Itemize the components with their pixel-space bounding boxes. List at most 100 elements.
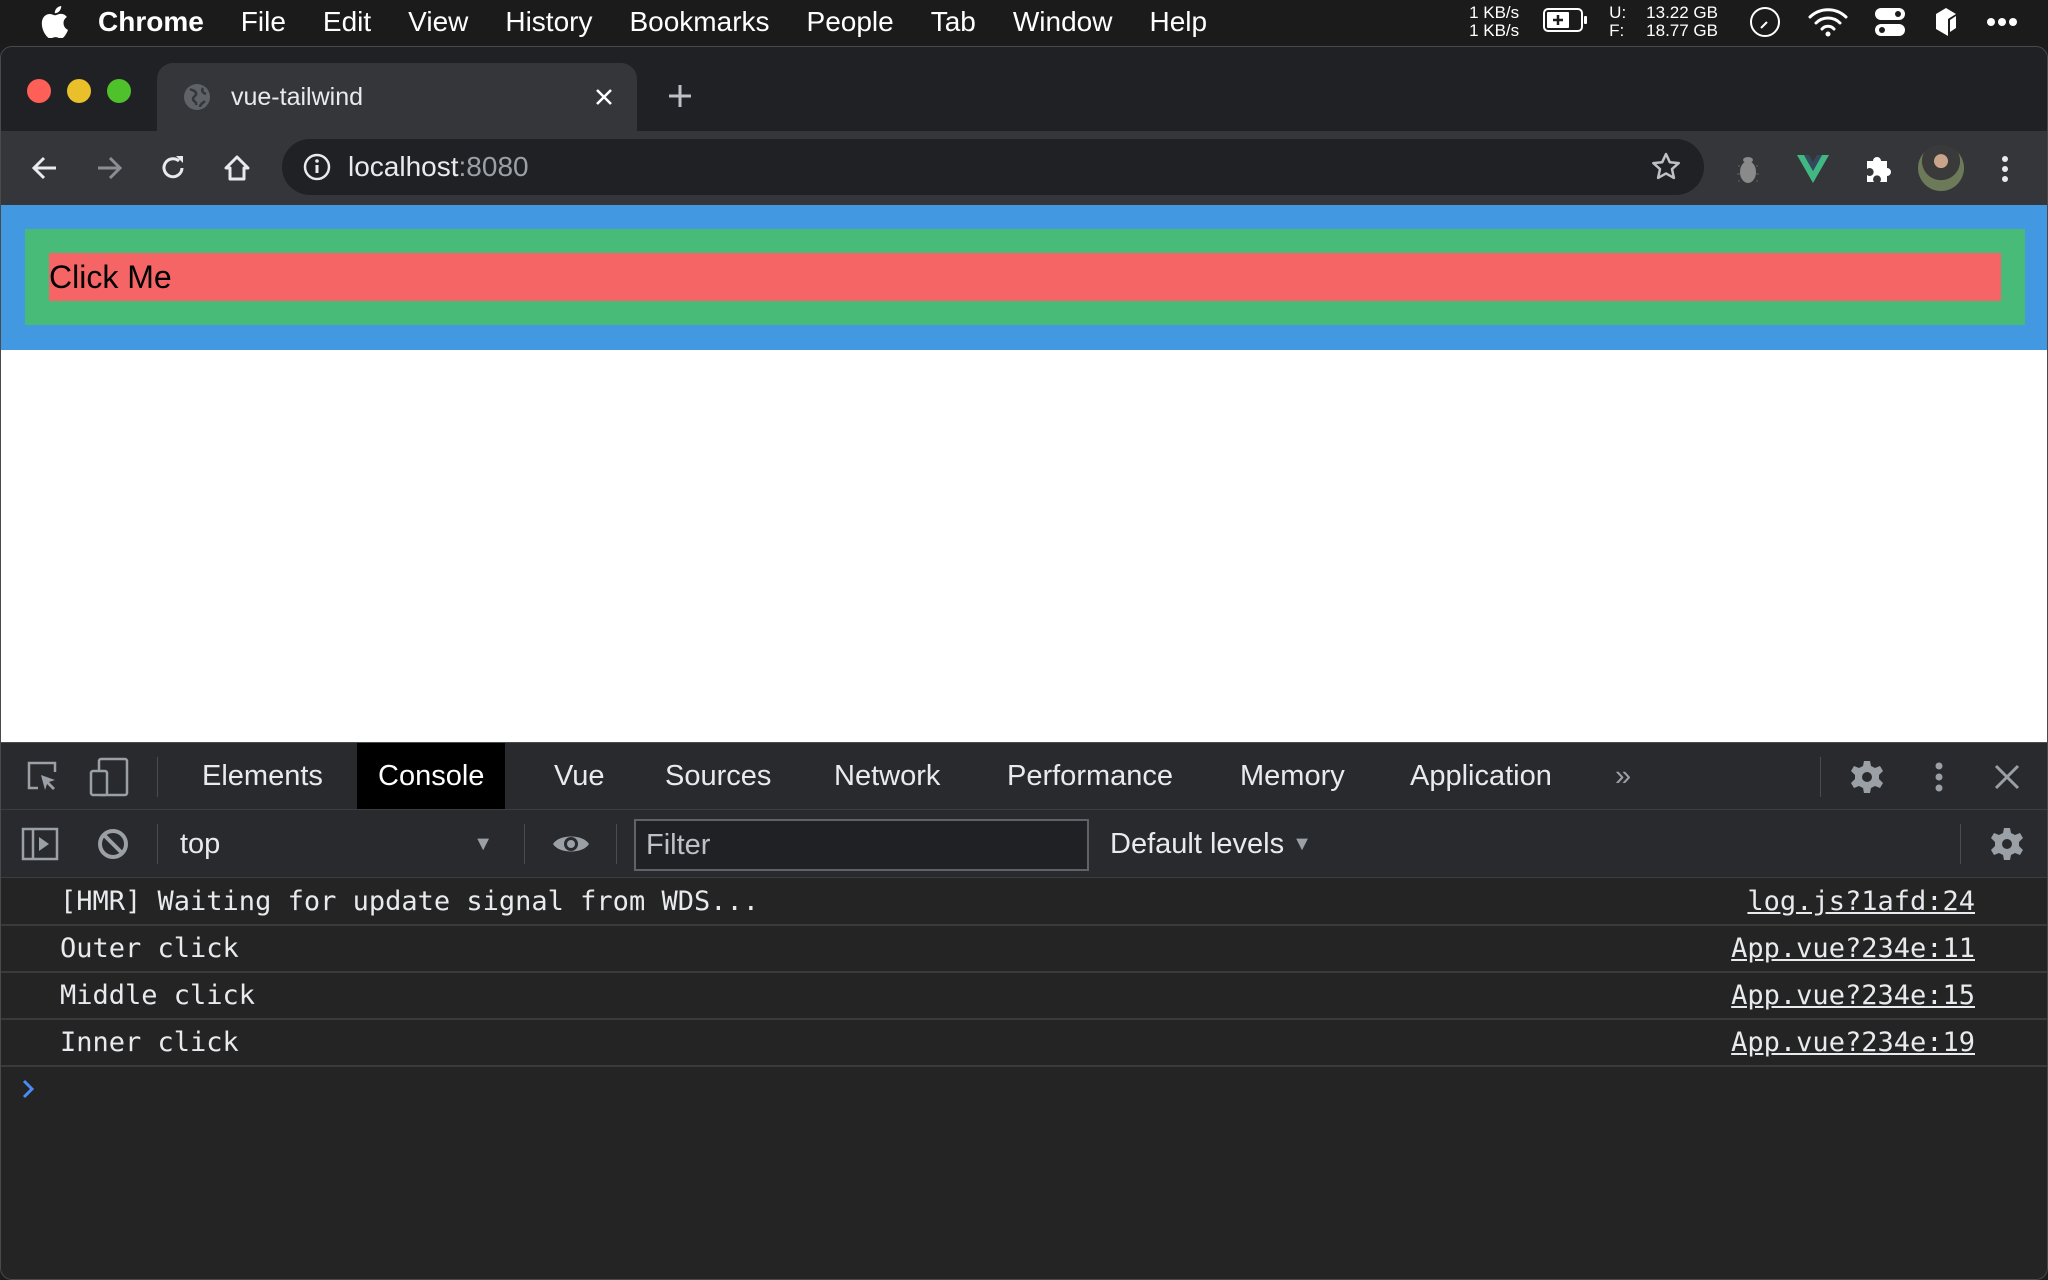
forward-button[interactable] xyxy=(89,148,129,188)
log-source-link[interactable]: App.vue?234e:15 xyxy=(1731,980,1975,1011)
globe-icon xyxy=(183,83,211,111)
console-log-row: Inner click App.vue?234e:19 xyxy=(1,1020,2047,1067)
menu-window[interactable]: Window xyxy=(1013,0,1113,44)
context-selector[interactable]: top ▼ xyxy=(165,810,505,878)
console-prompt[interactable] xyxy=(1,1067,2047,1115)
separator xyxy=(1960,824,1961,864)
fullscreen-window-button[interactable] xyxy=(107,79,131,103)
back-button[interactable] xyxy=(25,148,65,188)
macos-menubar: Chrome File Edit View History Bookmarks … xyxy=(0,0,2048,44)
menu-app-chrome[interactable]: Chrome xyxy=(98,0,204,44)
clear-console-icon[interactable] xyxy=(95,826,131,862)
clock-icon[interactable] xyxy=(1748,5,1782,39)
console-filter-bar: top ▼ Default levels ▼ xyxy=(1,810,2047,878)
dropdown-arrow-icon: ▼ xyxy=(473,832,493,855)
new-tab-button[interactable] xyxy=(665,81,695,111)
status-area: 1 KB/s 1 KB/s U: 13.22 GB F: 18.77 GB xyxy=(1469,0,2048,44)
prompt-chevron-icon xyxy=(21,1078,35,1105)
outer-div[interactable]: Click Me xyxy=(1,205,2047,350)
tab-strip: vue-tailwind xyxy=(1,47,2047,131)
close-tab-icon[interactable] xyxy=(591,84,617,110)
home-button[interactable] xyxy=(217,148,257,188)
click-me-label: Click Me xyxy=(49,259,172,295)
menu-people[interactable]: People xyxy=(807,0,894,44)
wifi-icon[interactable] xyxy=(1808,7,1848,37)
close-window-button[interactable] xyxy=(27,79,51,103)
browser-tab[interactable]: vue-tailwind xyxy=(157,63,637,131)
log-message: Outer click xyxy=(60,933,239,964)
network-speed[interactable]: 1 KB/s 1 KB/s xyxy=(1469,4,1519,40)
inspect-element-icon[interactable] xyxy=(25,759,61,795)
minimize-window-button[interactable] xyxy=(67,79,91,103)
devtools-tab-memory[interactable]: Memory xyxy=(1219,743,1366,809)
site-info-icon[interactable] xyxy=(302,152,332,182)
apple-icon[interactable] xyxy=(40,6,70,38)
devtools-tab-sources[interactable]: Sources xyxy=(644,743,792,809)
battery-charging-icon[interactable] xyxy=(1543,7,1589,38)
console-filter-input[interactable] xyxy=(634,819,1089,871)
toggle-sidebar-icon[interactable] xyxy=(21,826,59,862)
bookmark-star-icon[interactable] xyxy=(1650,151,1682,183)
console-settings-icon[interactable] xyxy=(1989,826,2025,862)
middle-div[interactable]: Click Me xyxy=(25,229,2025,325)
devtools-tab-network[interactable]: Network xyxy=(813,743,961,809)
separator xyxy=(157,757,158,797)
app-tray-icon[interactable] xyxy=(1932,6,1960,38)
more-icon[interactable] xyxy=(1986,17,2018,27)
memory-used-label: U: xyxy=(1609,3,1627,22)
devtools-tab-elements[interactable]: Elements xyxy=(181,743,344,809)
memory-free-label: F: xyxy=(1609,21,1625,40)
reload-button[interactable] xyxy=(153,148,193,188)
devtools-settings-icon[interactable] xyxy=(1849,759,1885,795)
close-devtools-icon[interactable] xyxy=(1991,761,2023,793)
live-expression-eye-icon[interactable] xyxy=(551,828,591,860)
browser-window: vue-tailwind localhost:8080 Click Me Ele… xyxy=(0,46,2048,1280)
control-center-icon[interactable] xyxy=(1874,6,1906,38)
menu-tab[interactable]: Tab xyxy=(931,0,976,44)
memory-stats[interactable]: U: 13.22 GB F: 18.77 GB xyxy=(1609,4,1718,40)
memory-free-value: 18.77 GB xyxy=(1646,21,1718,40)
menu-file[interactable]: File xyxy=(241,0,286,44)
log-source-link[interactable]: log.js?1afd:24 xyxy=(1747,886,1975,917)
log-source-link[interactable]: App.vue?234e:11 xyxy=(1731,933,1975,964)
devtools-more-options-icon[interactable] xyxy=(1929,759,1949,795)
vue-devtools-icon[interactable] xyxy=(1793,149,1833,189)
chrome-menu-icon[interactable] xyxy=(1985,149,2025,189)
url-port: :8080 xyxy=(458,151,529,182)
puzzle-extensions-icon[interactable] xyxy=(1857,149,1897,189)
inner-click-me-button[interactable]: Click Me xyxy=(49,253,2001,301)
separator xyxy=(524,824,525,864)
menu-view[interactable]: View xyxy=(408,0,468,44)
log-message: Inner click xyxy=(60,1027,239,1058)
url-host: localhost xyxy=(348,151,459,182)
log-levels-dropdown[interactable]: Default levels ▼ xyxy=(1110,810,1312,878)
upload-speed: 1 KB/s xyxy=(1469,3,1520,22)
devtools-panel: Elements Console Vue Sources Network Per… xyxy=(1,742,2047,1279)
log-source-link[interactable]: App.vue?234e:19 xyxy=(1731,1027,1975,1058)
bug-extension-icon[interactable] xyxy=(1728,149,1768,189)
menu-edit[interactable]: Edit xyxy=(323,0,371,44)
devtools-tab-console[interactable]: Console xyxy=(357,743,506,809)
profile-avatar[interactable] xyxy=(1918,145,1964,191)
devtools-tab-application[interactable]: Application xyxy=(1389,743,1573,809)
devtools-tab-vue[interactable]: Vue xyxy=(533,743,626,809)
more-tabs-button[interactable]: » xyxy=(1594,743,1652,809)
context-value: top xyxy=(180,827,221,860)
url-text[interactable]: localhost:8080 xyxy=(348,151,529,183)
log-levels-value: Default levels xyxy=(1110,827,1285,860)
menu-bookmarks[interactable]: Bookmarks xyxy=(629,0,769,44)
log-message: [HMR] Waiting for update signal from WDS… xyxy=(60,886,759,917)
devtools-tab-performance[interactable]: Performance xyxy=(986,743,1194,809)
menu-help[interactable]: Help xyxy=(1149,0,1207,44)
device-toolbar-icon[interactable] xyxy=(89,757,129,797)
console-log-row: [HMR] Waiting for update signal from WDS… xyxy=(1,879,2047,926)
download-speed: 1 KB/s xyxy=(1469,21,1520,40)
separator xyxy=(1820,757,1821,797)
browser-toolbar: localhost:8080 xyxy=(1,131,2047,205)
log-message: Middle click xyxy=(60,980,256,1011)
address-bar[interactable]: localhost:8080 xyxy=(282,139,1704,195)
menu-history[interactable]: History xyxy=(505,0,592,44)
devtools-tab-bar: Elements Console Vue Sources Network Per… xyxy=(1,743,2047,810)
separator xyxy=(157,824,158,864)
dropdown-arrow-icon: ▼ xyxy=(1292,832,1312,855)
